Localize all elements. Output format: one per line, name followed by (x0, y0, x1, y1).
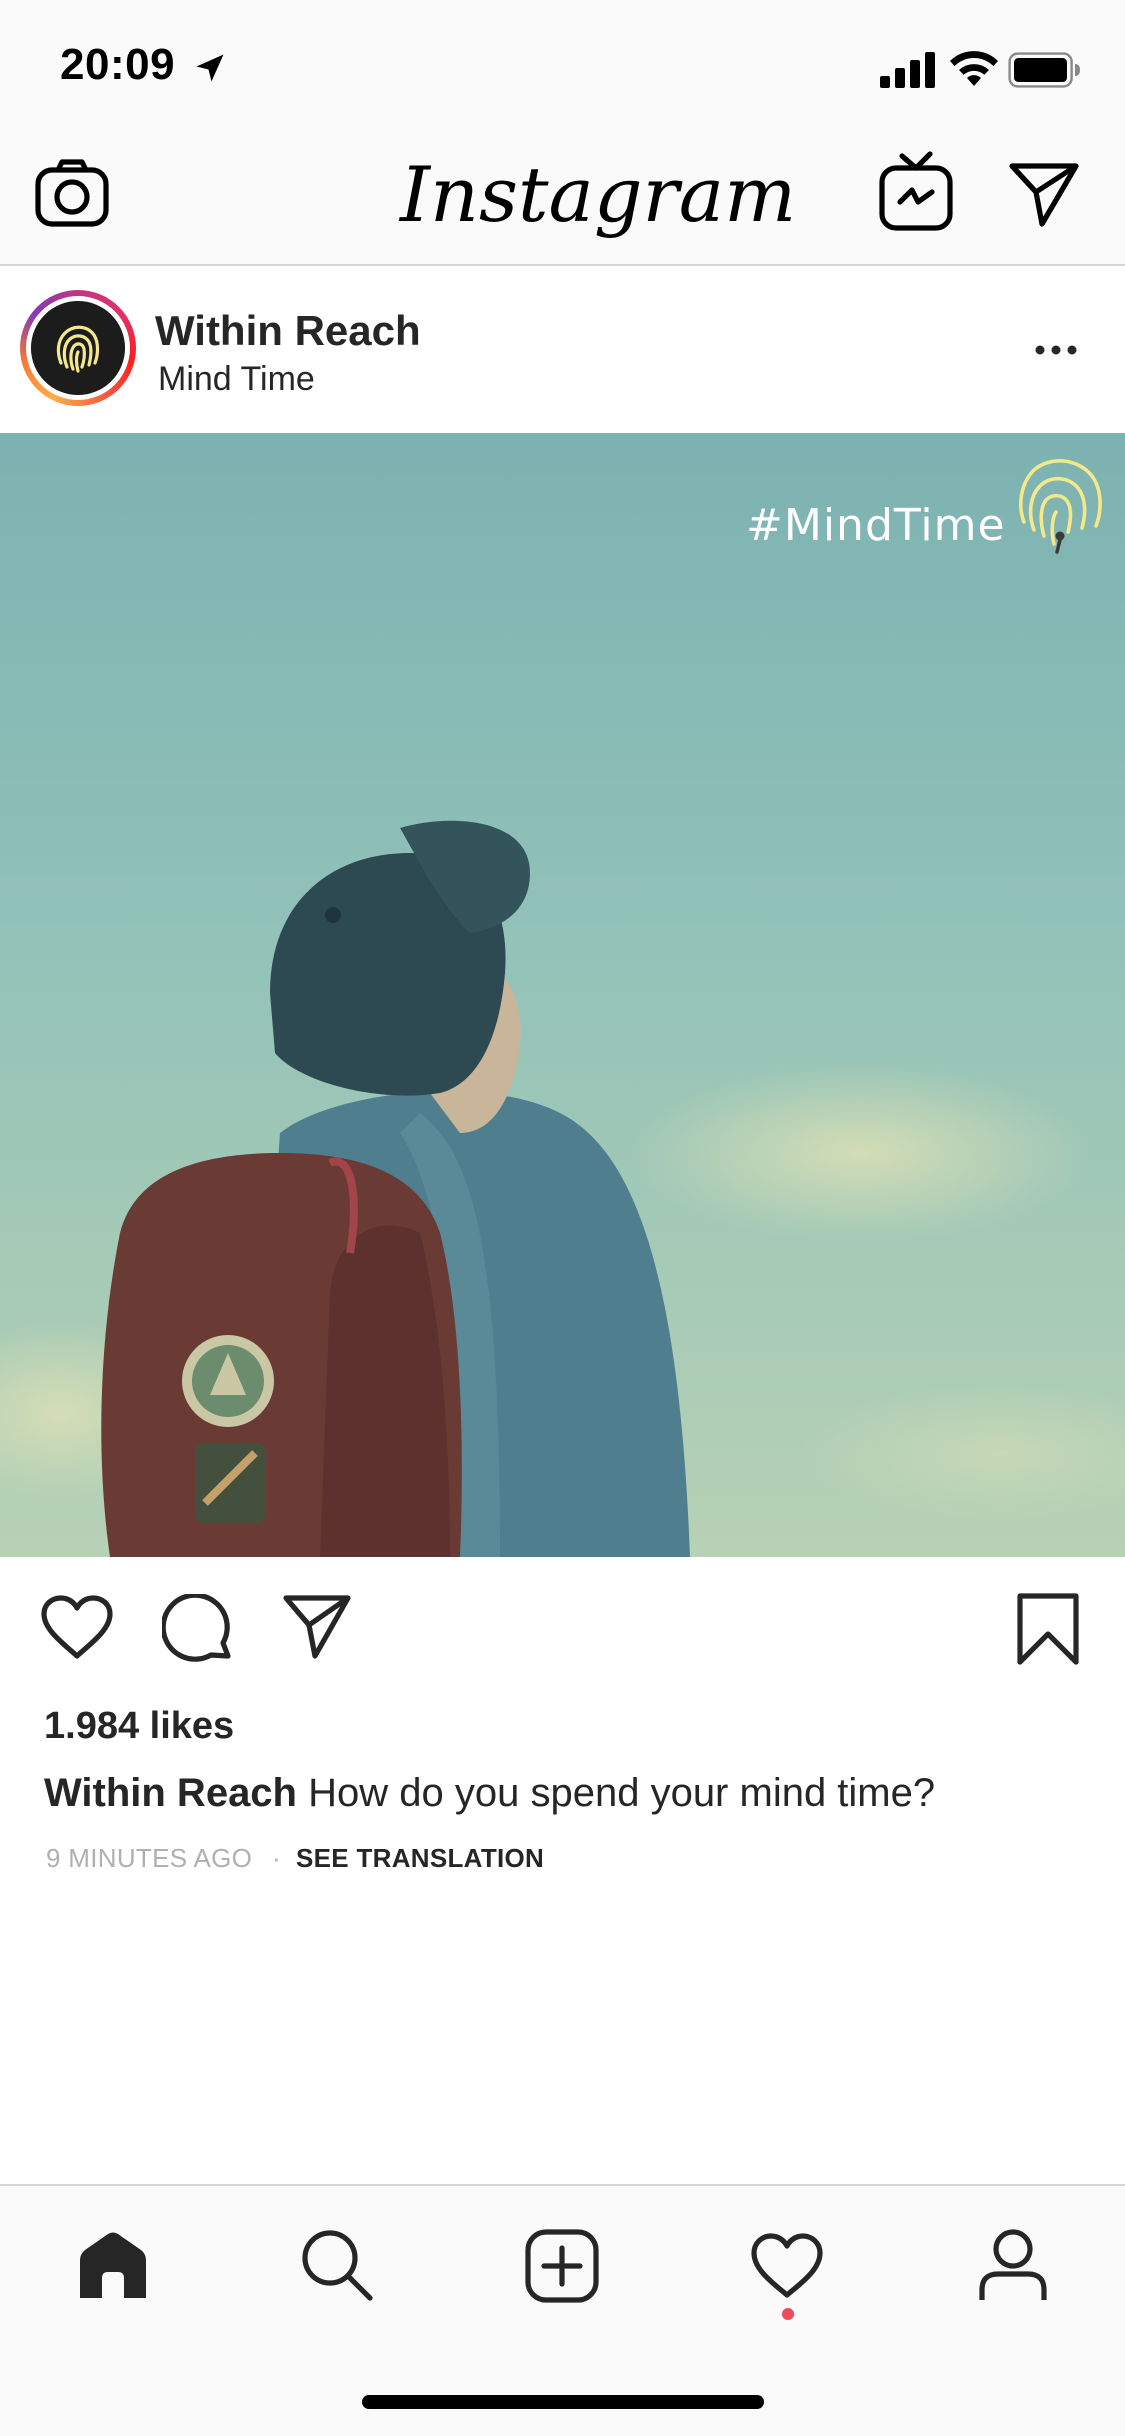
post-photo (0, 433, 1125, 1557)
wifi-icon (950, 51, 998, 86)
profile-icon[interactable] (978, 2228, 1048, 2304)
caption-text: How do you spend your mind time? (308, 1771, 936, 1815)
location-arrow-icon (196, 54, 224, 82)
more-options-icon[interactable] (1034, 340, 1078, 360)
new-post-icon[interactable] (524, 2228, 600, 2304)
avatar[interactable] (31, 301, 125, 395)
post-caption: Within Reach How do you spend your mind … (44, 1771, 935, 1816)
battery-icon (1008, 52, 1080, 88)
caption-username[interactable]: Within Reach (44, 1771, 297, 1815)
search-icon[interactable] (300, 2228, 374, 2302)
status-time: 20:09 (60, 40, 176, 89)
meta-separator: · (272, 1843, 281, 1873)
post-image[interactable] (0, 433, 1125, 1557)
activity-heart-icon[interactable] (750, 2232, 824, 2300)
camera-icon[interactable] (34, 158, 110, 228)
instagram-logo: Instagram (400, 150, 797, 239)
share-icon[interactable] (282, 1594, 352, 1660)
igtv-icon[interactable] (878, 150, 954, 232)
direct-message-icon[interactable] (1008, 160, 1080, 228)
likes-count[interactable]: 1.984 likes (44, 1705, 234, 1748)
fingerprint-logo-icon (1019, 459, 1102, 554)
activity-notification-dot (782, 2308, 794, 2320)
post-location[interactable]: Mind Time (158, 360, 315, 399)
like-heart-icon[interactable] (40, 1594, 114, 1660)
save-bookmark-icon[interactable] (1016, 1592, 1080, 1666)
post-username[interactable]: Within Reach (155, 307, 421, 355)
post-timestamp: 9 MINUTES AGO (46, 1843, 253, 1873)
home-indicator[interactable] (362, 2395, 764, 2409)
home-icon[interactable] (76, 2230, 150, 2302)
comment-icon[interactable] (162, 1594, 234, 1666)
image-overlay-hashtag: #MindTime (746, 500, 1006, 551)
see-translation-link[interactable]: SEE TRANSLATION (296, 1843, 544, 1874)
cellular-signal-icon (880, 52, 935, 88)
